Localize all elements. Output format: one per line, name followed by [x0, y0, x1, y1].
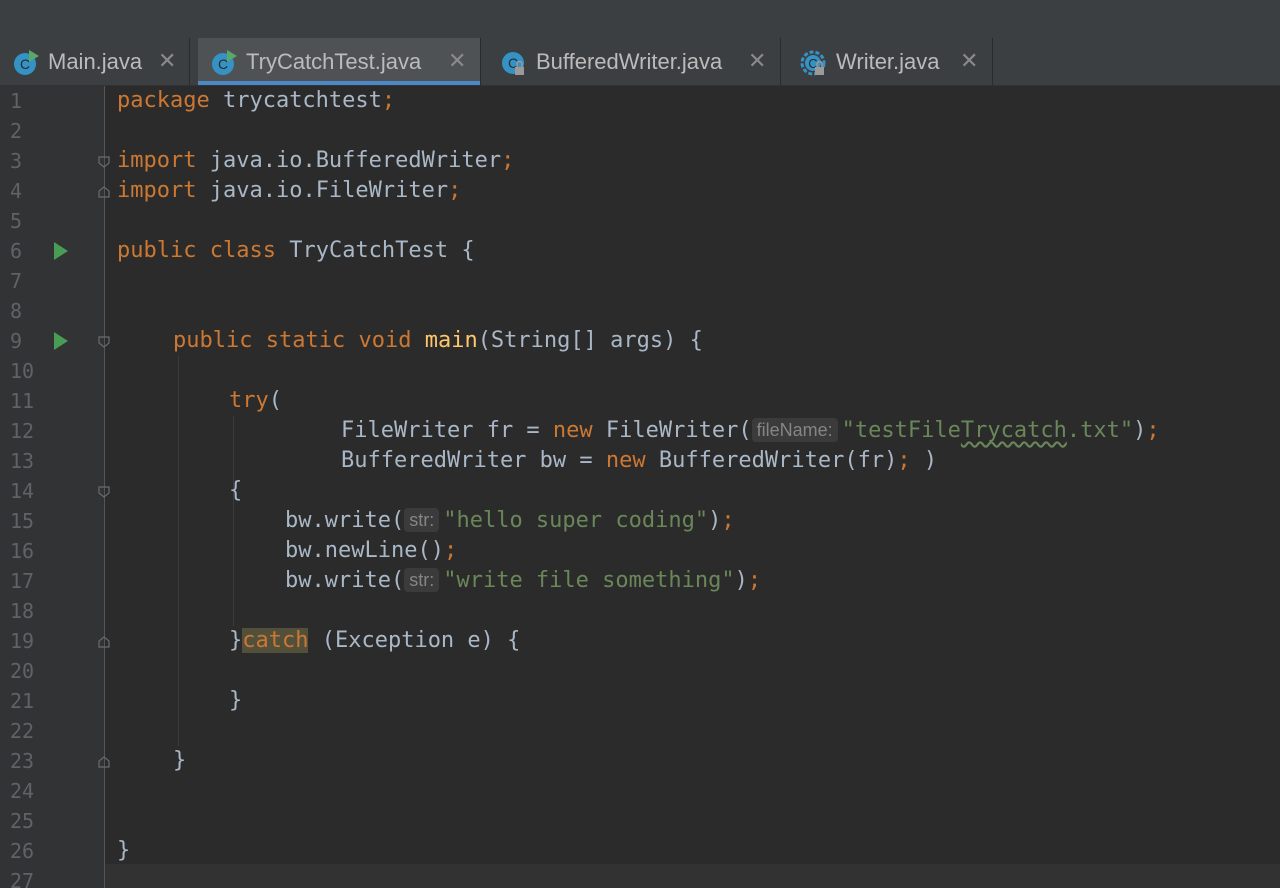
editor-tab-bar: C Main.java ✕ C TryCatchTest.java ✕ C Bu…: [0, 38, 1280, 86]
tab-trycatchtest-java[interactable]: C TryCatchTest.java ✕: [198, 38, 481, 85]
code-line-23: }: [173, 748, 187, 773]
code-line-1: package trycatchtest;: [117, 88, 396, 113]
tab-bufferedwriter-java[interactable]: C BufferedWriter.java ✕: [488, 38, 781, 85]
code-line-14: {: [229, 478, 243, 503]
title-bar: [0, 0, 1280, 39]
line-number: 2: [10, 119, 23, 143]
fold-end-icon[interactable]: [98, 636, 110, 648]
line-number: 25: [10, 809, 35, 833]
tab-label: Main.java: [48, 49, 143, 74]
tab-label: BufferedWriter.java: [536, 49, 723, 74]
typo-underline: Trycatch: [960, 418, 1067, 443]
parameter-hint: str:: [404, 508, 440, 532]
line-number: 20: [10, 659, 35, 683]
highlighted-keyword: catch: [242, 628, 309, 653]
tab-label: Writer.java: [836, 49, 940, 74]
parameter-hint: str:: [404, 568, 440, 592]
code-line-17: bw.write(str: "write file something");: [285, 568, 762, 593]
code-editor[interactable]: 1 2 3 4 5 6 7 8 9 10 11 12 13 14 15 16 17 18 19 20 21 22 23 24 2…: [0, 86, 1280, 888]
code-line-16: bw.newLine();: [285, 538, 458, 563]
code-line-21: }: [229, 688, 243, 713]
code-line-6: public class TryCatchTest {: [117, 238, 475, 263]
indent-guide: [233, 416, 234, 626]
code-line-26: }: [117, 838, 131, 863]
class-run-icon: C: [14, 50, 39, 75]
caret-row-highlight: [0, 864, 1280, 888]
indent-guide: [178, 356, 179, 746]
line-number: 9: [10, 329, 23, 353]
line-number: 11: [10, 389, 35, 413]
abstract-class-locked-icon: C: [800, 50, 826, 76]
line-number: 14: [10, 479, 35, 503]
line-number: 21: [10, 689, 35, 713]
svg-text:C: C: [20, 56, 30, 72]
line-number: 17: [10, 569, 35, 593]
fold-icon[interactable]: [98, 486, 110, 498]
line-number: 24: [10, 779, 35, 803]
line-number: 12: [10, 419, 35, 443]
line-number: 16: [10, 539, 35, 563]
parameter-hint: fileName:: [751, 418, 838, 442]
run-main-icon[interactable]: [54, 332, 68, 350]
code-line-9: public static void main(String[] args) {: [173, 328, 703, 353]
line-number: 18: [10, 599, 35, 623]
code-line-11: try(: [229, 388, 282, 413]
class-run-icon: C: [212, 50, 237, 75]
run-class-icon[interactable]: [54, 242, 68, 260]
line-number: 7: [10, 269, 23, 293]
fold-end-icon[interactable]: [98, 186, 110, 198]
line-number: 8: [10, 299, 23, 323]
class-locked-icon: C: [502, 52, 524, 75]
close-icon[interactable]: ✕: [448, 48, 466, 74]
line-number: 5: [10, 209, 23, 233]
line-number: 27: [10, 869, 35, 888]
code-line-4: import java.io.FileWriter;: [117, 178, 462, 203]
svg-text:C: C: [218, 56, 228, 72]
line-number: 26: [10, 839, 35, 863]
line-number: 3: [10, 149, 23, 173]
code-line-13: BufferedWriter bw = new BufferedWriter(f…: [341, 448, 938, 473]
tab-writer-java[interactable]: C Writer.java ✕: [788, 38, 993, 85]
tab-label: TryCatchTest.java: [246, 49, 422, 74]
fold-end-icon[interactable]: [98, 756, 110, 768]
line-number: 13: [10, 449, 35, 473]
line-number: 4: [10, 179, 23, 203]
fold-icon[interactable]: [98, 156, 110, 168]
line-number: 6: [10, 239, 23, 263]
line-number: 22: [10, 719, 35, 743]
line-number: 10: [10, 359, 35, 383]
fold-icon[interactable]: [98, 336, 110, 348]
line-number: 15: [10, 509, 35, 533]
close-icon[interactable]: ✕: [748, 48, 766, 74]
code-line-19: }catch (Exception e) {: [229, 628, 521, 653]
line-number: 1: [10, 89, 23, 113]
line-number: 23: [10, 749, 35, 773]
close-icon[interactable]: ✕: [158, 48, 176, 74]
code-line-12: FileWriter fr = new FileWriter(fileName:…: [341, 418, 1160, 443]
tab-main-java[interactable]: C Main.java ✕: [0, 38, 190, 85]
code-line-3: import java.io.BufferedWriter;: [117, 148, 515, 173]
code-line-15: bw.write(str: "hello super coding");: [285, 508, 735, 533]
line-number: 19: [10, 629, 35, 653]
close-icon[interactable]: ✕: [960, 48, 978, 74]
